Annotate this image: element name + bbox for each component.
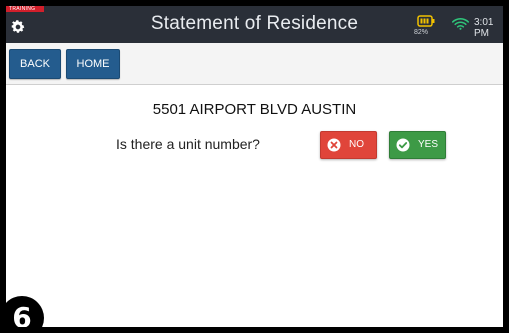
unit-question: Is there a unit number? bbox=[116, 136, 260, 152]
step-number-badge: 6 bbox=[6, 296, 44, 327]
check-circle-icon bbox=[396, 138, 410, 152]
device-screen: TRAINING Statement of Residence 82% 3:01… bbox=[0, 0, 509, 333]
address-heading: 5501 AIRPORT BLVD AUSTIN bbox=[152, 101, 357, 118]
home-button[interactable]: HOME bbox=[66, 49, 120, 79]
clock: 3:01 PM bbox=[474, 17, 494, 39]
battery-icon bbox=[417, 15, 435, 27]
yes-label: YES bbox=[418, 139, 439, 150]
wifi-icon bbox=[452, 18, 469, 30]
close-circle-icon bbox=[327, 138, 341, 152]
yes-button[interactable]: YES bbox=[389, 131, 446, 159]
header-bar: TRAINING Statement of Residence 82% 3:01… bbox=[6, 6, 503, 43]
no-label: NO bbox=[349, 139, 364, 150]
battery-percent: 82% bbox=[414, 29, 429, 36]
training-badge: TRAINING bbox=[6, 6, 45, 12]
no-button[interactable]: NO bbox=[320, 131, 377, 159]
back-button[interactable]: BACK bbox=[9, 49, 61, 79]
nav-bar: BACK HOME bbox=[6, 43, 503, 85]
